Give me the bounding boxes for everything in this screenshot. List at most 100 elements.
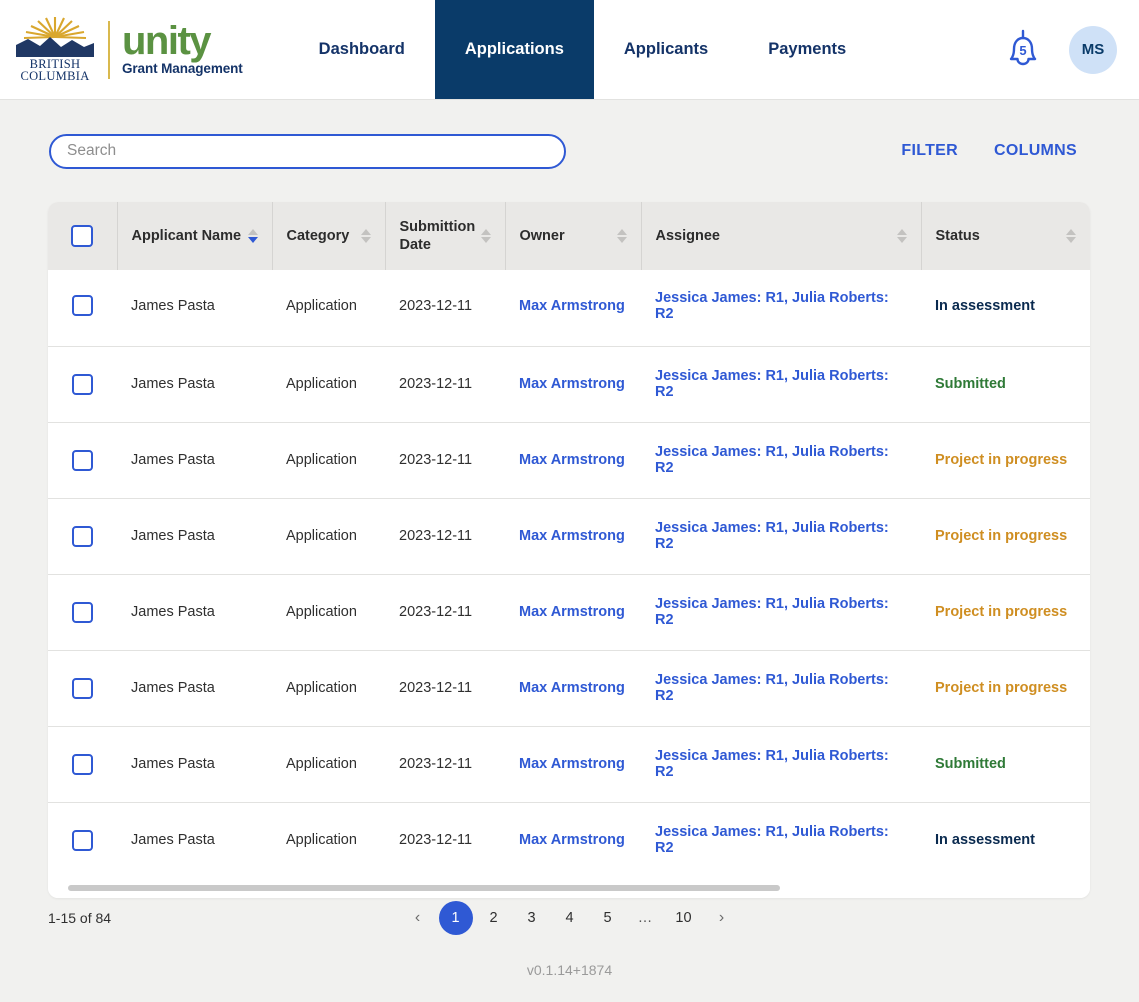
owner-link[interactable]: Max Armstrong: [519, 832, 625, 848]
cell-applicant-name: James Pasta: [117, 270, 272, 347]
sort-descending-icon: [1066, 237, 1076, 243]
cell-category: Application: [272, 802, 385, 878]
row-checkbox[interactable]: [72, 677, 93, 699]
table-row[interactable]: James Pasta Application 2023-12-11 Max Arms…: [48, 650, 1090, 727]
assignee-link[interactable]: Jessica James: R1, Julia Roberts: R2: [655, 596, 889, 628]
row-checkbox[interactable]: [72, 449, 93, 471]
nav-item-payments[interactable]: Payments: [738, 0, 876, 99]
search-field[interactable]: [49, 133, 566, 169]
owner-link[interactable]: Max Armstrong: [519, 376, 625, 392]
applicant-name-text: James Pasta: [131, 528, 215, 544]
cell-assignee: Jessica James: R1, Julia Roberts: R2: [641, 498, 921, 575]
sort-ascending-icon: [616, 229, 627, 235]
assignee-link[interactable]: Jessica James: R1, Julia Roberts: R2: [655, 368, 889, 400]
assignee-link[interactable]: Jessica James: R1, Julia Roberts: R2: [655, 444, 889, 476]
pagination-next-button[interactable]: ›: [705, 901, 739, 935]
cell-submission-date: 2023-12-11: [385, 802, 505, 878]
sort-descending-icon: [481, 237, 492, 243]
sort-descending-icon: [247, 237, 258, 243]
table-row[interactable]: James Pasta Application 2023-12-11 Max Arms…: [48, 422, 1090, 499]
row-select-cell: [48, 346, 117, 423]
search-input[interactable]: [67, 142, 548, 160]
sort-toggle-applicant-name[interactable]: [247, 229, 258, 243]
owner-link[interactable]: Max Armstrong: [519, 528, 625, 544]
brand-logo[interactable]: BRITISH COLUMBIA unity Grant Management: [0, 0, 243, 99]
nav-item-applicants[interactable]: Applicants: [594, 0, 738, 99]
table-row[interactable]: James Pasta Application 2023-12-11 Max Arms…: [48, 270, 1090, 347]
cell-assignee: Jessica James: R1, Julia Roberts: R2: [641, 270, 921, 347]
assignee-link[interactable]: Jessica James: R1, Julia Roberts: R2: [655, 748, 889, 780]
assignee-link[interactable]: Jessica James: R1, Julia Roberts: R2: [655, 520, 889, 552]
category-text: Application: [286, 297, 357, 314]
assignee-link[interactable]: Jessica James: R1, Julia Roberts: R2: [655, 672, 889, 704]
row-checkbox[interactable]: [72, 295, 93, 317]
cell-status: Project in progress: [921, 422, 1090, 499]
filter-button[interactable]: FILTER: [901, 142, 958, 160]
pagination-page-10[interactable]: 10: [667, 901, 701, 935]
cell-assignee: Jessica James: R1, Julia Roberts: R2: [641, 574, 921, 651]
column-header-applicant-name[interactable]: Applicant Name: [117, 202, 273, 270]
pagination-page-1[interactable]: 1: [438, 901, 473, 935]
unity-product-logo: unity Grant Management: [122, 19, 243, 76]
user-avatar[interactable]: MS: [1069, 25, 1117, 74]
submission-date-text: 2023-12-11: [399, 297, 473, 314]
owner-link[interactable]: Max Armstrong: [519, 756, 625, 772]
cell-submission-date: 2023-12-11: [385, 270, 505, 347]
columns-button[interactable]: COLUMNS: [994, 142, 1077, 160]
column-label-applicant-name: Applicant Name: [131, 227, 242, 244]
owner-link[interactable]: Max Armstrong: [519, 298, 625, 314]
pagination-page-4[interactable]: 4: [553, 901, 587, 935]
pagination-page-2[interactable]: 2: [477, 901, 511, 935]
category-text: Application: [286, 756, 357, 772]
applications-table: Applicant Name Category Submittion Date …: [48, 202, 1090, 878]
row-checkbox[interactable]: [72, 829, 93, 851]
category-text: Application: [286, 680, 357, 696]
bc-wordmark: BRITISH COLUMBIA: [20, 57, 89, 83]
owner-link[interactable]: Max Armstrong: [519, 680, 625, 696]
submission-date-text: 2023-12-11: [399, 832, 473, 849]
pagination-prev-button[interactable]: ‹: [401, 901, 435, 935]
table-row[interactable]: James Pasta Application 2023-12-11 Max Arms…: [48, 346, 1090, 423]
cell-submission-date: 2023-12-11: [385, 650, 505, 727]
sort-toggle-status[interactable]: [1066, 229, 1076, 243]
status-badge: Submitted: [935, 756, 1006, 772]
owner-link[interactable]: Max Armstrong: [519, 452, 625, 468]
sort-toggle-submission-date[interactable]: [481, 229, 492, 243]
row-checkbox[interactable]: [72, 373, 93, 395]
cell-owner: Max Armstrong: [505, 726, 641, 803]
applicant-name-text: James Pasta: [131, 376, 215, 392]
column-header-owner[interactable]: Owner: [505, 202, 642, 270]
row-checkbox[interactable]: [72, 525, 93, 547]
cell-assignee: Jessica James: R1, Julia Roberts: R2: [641, 726, 921, 803]
column-header-category[interactable]: Category: [272, 202, 386, 270]
sort-toggle-owner[interactable]: [616, 229, 627, 243]
table-row[interactable]: James Pasta Application 2023-12-11 Max Arms…: [48, 498, 1090, 575]
assignee-link[interactable]: Jessica James: R1, Julia Roberts: R2: [655, 824, 889, 856]
cell-assignee: Jessica James: R1, Julia Roberts: R2: [641, 422, 921, 499]
toolbar-actions: FILTER COLUMNS: [901, 142, 1139, 160]
table-row[interactable]: James Pasta Application 2023-12-11 Max Arms…: [48, 574, 1090, 651]
owner-link[interactable]: Max Armstrong: [519, 604, 625, 620]
assignee-link[interactable]: Jessica James: R1, Julia Roberts: R2: [655, 290, 889, 322]
unity-tagline: Grant Management: [122, 60, 243, 76]
sort-toggle-category[interactable]: [360, 229, 371, 243]
notifications-button[interactable]: 5: [1003, 27, 1043, 73]
row-checkbox[interactable]: [72, 753, 93, 775]
unity-wordmark: unity: [122, 19, 212, 64]
cell-applicant-name: James Pasta: [117, 346, 272, 423]
pagination-page-3[interactable]: 3: [515, 901, 549, 935]
category-text: Application: [286, 832, 357, 849]
logo-divider: [108, 20, 110, 79]
row-checkbox[interactable]: [72, 601, 93, 623]
column-header-assignee[interactable]: Assignee: [641, 202, 922, 270]
nav-item-applications[interactable]: Applications: [434, 0, 594, 99]
sort-descending-icon: [360, 237, 371, 243]
column-header-submission-date[interactable]: Submittion Date: [385, 202, 506, 270]
nav-item-dashboard[interactable]: Dashboard: [289, 0, 435, 99]
table-row[interactable]: James Pasta Application 2023-12-11 Max Arms…: [48, 726, 1090, 803]
sort-toggle-assignee[interactable]: [896, 229, 907, 243]
column-header-status[interactable]: Status: [921, 202, 1090, 270]
pagination-page-5[interactable]: 5: [591, 901, 625, 935]
select-all-checkbox[interactable]: [71, 225, 94, 247]
table-row[interactable]: James Pasta Application 2023-12-11 Max Arms…: [48, 802, 1090, 878]
